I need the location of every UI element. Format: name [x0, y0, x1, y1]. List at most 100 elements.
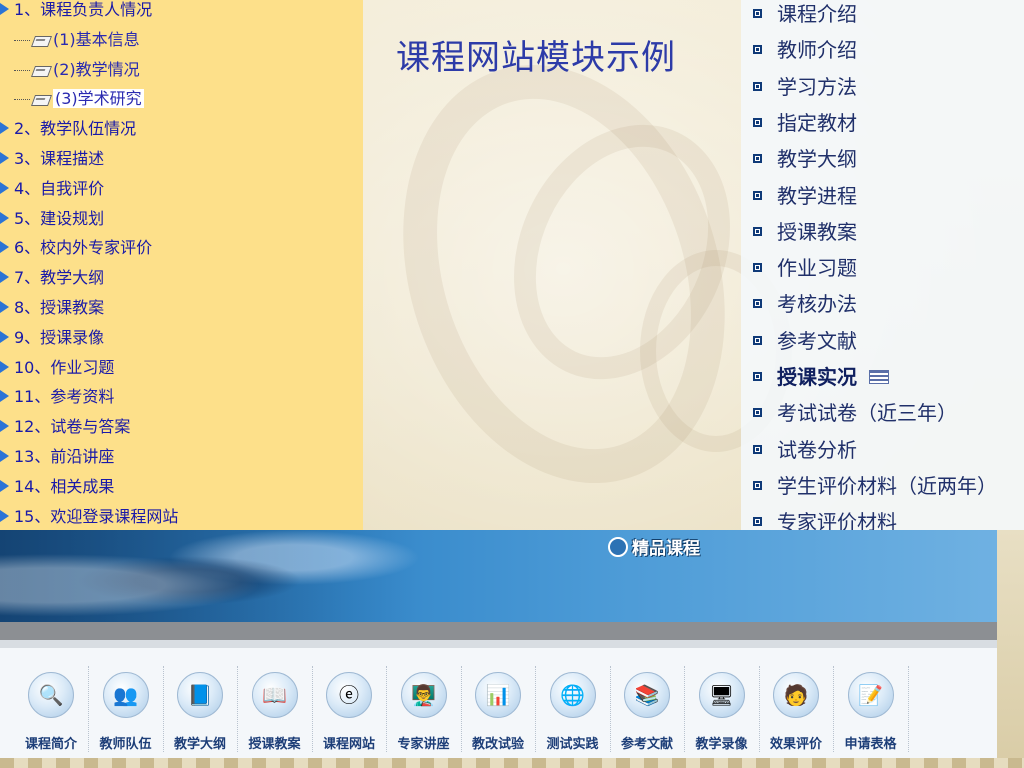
banner-header-image: 精品课程 — [0, 530, 997, 622]
lecturer-icon: 👨‍🏫 — [400, 672, 447, 718]
nav-button-label: 教改试验 — [471, 737, 524, 752]
arrow-right-icon — [0, 420, 9, 433]
nav-button-label: 效果评价 — [769, 737, 822, 752]
tree-item[interactable]: 15、欢迎登录课程网站 — [0, 504, 178, 530]
arrow-right-icon — [0, 360, 9, 373]
menu-item-label: 学生评价材料（近两年） — [777, 473, 997, 498]
tree-item[interactable]: 13、前沿讲座 — [0, 444, 114, 470]
arrow-right-icon — [0, 390, 9, 403]
menu-item[interactable]: 考试试卷（近三年） — [753, 398, 957, 428]
nav-button[interactable]: 📚 参考文献 — [610, 658, 685, 758]
menu-item[interactable]: 专家评价材料 — [753, 507, 897, 530]
tree-item-label: 2、教学队伍情况 — [14, 119, 137, 139]
menu-item[interactable]: 授课实况 — [753, 362, 889, 392]
nav-icon-glyph: 🧑 — [783, 683, 809, 707]
nav-button[interactable]: 👨‍🏫 专家讲座 — [387, 658, 462, 758]
tree-item[interactable]: 8、授课教案 — [0, 295, 104, 321]
nav-icon-glyph: 📖 — [262, 683, 287, 707]
tree-item-label: 15、欢迎登录课程网站 — [14, 506, 179, 526]
menu-item[interactable]: 学习方法 — [753, 72, 857, 102]
menu-item-label: 考核办法 — [777, 292, 857, 317]
square-bullet-icon — [753, 372, 762, 381]
tree-item-label: 1、课程负责人情况 — [14, 0, 153, 19]
menu-item[interactable]: 作业习题 — [753, 253, 857, 283]
tree-item[interactable]: 12、试卷与答案 — [0, 414, 130, 440]
nav-button[interactable]: 👥 教师队伍 — [89, 658, 164, 758]
nav-button[interactable]: 🧑 效果评价 — [759, 658, 834, 758]
menu-item-label: 学习方法 — [777, 74, 857, 99]
menu-item-label: 教师介绍 — [777, 38, 857, 63]
nav-icon-glyph: 👥 — [113, 683, 138, 707]
nav-icon-glyph: 👨‍🏫 — [411, 683, 436, 707]
arrow-right-icon — [0, 301, 9, 313]
open-book-icon: 📖 — [251, 672, 298, 718]
tree-item[interactable]: 5、建设规划 — [0, 206, 104, 232]
menu-item[interactable]: 参考文献 — [753, 326, 857, 356]
menu-item[interactable]: 教学进程 — [753, 181, 857, 211]
nav-icon-glyph: 📊 — [485, 683, 511, 707]
nav-button[interactable]: 📝 申请表格 — [834, 658, 909, 758]
menu-item[interactable]: 学生评价材料（近两年） — [753, 471, 997, 501]
tree-item[interactable]: 3、课程描述 — [0, 146, 104, 172]
tree-item-label: 13、前沿讲座 — [14, 447, 115, 466]
arrow-right-icon — [0, 152, 9, 164]
menu-item[interactable]: 课程介绍 — [753, 0, 857, 29]
tree-item[interactable]: 1、课程负责人情况 — [0, 0, 152, 23]
menu-item[interactable]: 教学大纲 — [753, 144, 857, 174]
menu-item[interactable]: 试卷分析 — [753, 435, 857, 465]
nav-button[interactable]: 🔍 课程简介 — [14, 658, 89, 758]
tree-connector — [14, 69, 30, 71]
ie-browser-icon: ⓔ — [326, 672, 372, 718]
menu-item[interactable]: 授课教案 — [753, 217, 857, 247]
nav-button-label: 课程网站 — [322, 737, 375, 752]
menu-item[interactable]: 考核办法 — [753, 289, 857, 319]
tree-item[interactable]: 11、参考资料 — [0, 384, 114, 410]
menu-item-label: 教学大纲 — [777, 147, 857, 172]
nav-button[interactable]: 📘 教学大纲 — [163, 658, 238, 758]
nav-button[interactable]: 📖 授课教案 — [238, 658, 313, 758]
square-bullet-icon — [753, 408, 762, 418]
tree-item-label: 14、相关成果 — [14, 476, 115, 496]
tree-subitem[interactable]: (3)学术研究 — [14, 86, 144, 112]
menu-item-label: 考试试卷（近三年） — [777, 401, 957, 426]
form-pen-icon: 📝 — [847, 672, 894, 718]
tree-item[interactable]: 2、教学队伍情况 — [0, 116, 136, 142]
nav-button-label: 教学录像 — [695, 737, 748, 752]
square-bullet-icon — [753, 480, 762, 490]
document-icon — [32, 93, 50, 106]
menu-item[interactable]: 教师介绍 — [753, 35, 857, 65]
nav-button[interactable]: 🖥 教学录像 — [685, 658, 760, 758]
nav-button[interactable]: 📊 教改试验 — [461, 658, 536, 758]
arrow-right-icon — [0, 122, 9, 135]
brand-logo[interactable]: 精品课程 — [608, 534, 700, 559]
site-menu-panel: 课程介绍教师介绍学习方法指定教材教学大纲教学进程授课教案作业习题考核办法参考文献… — [741, 0, 1024, 530]
tree-item-label: 11、参考资料 — [14, 387, 115, 407]
tree-item[interactable]: 7、教学大纲 — [0, 265, 104, 291]
nav-button-label: 授课教案 — [248, 737, 301, 752]
menu-item[interactable]: 指定教材 — [753, 108, 857, 138]
tree-item-label: 12、试卷与答案 — [14, 417, 131, 437]
chart-icon: 📊 — [475, 672, 521, 718]
tree-item[interactable]: 10、作业习题 — [0, 355, 114, 381]
tree-item[interactable]: 6、校内外专家评价 — [0, 235, 152, 261]
tree-subitem[interactable]: (2)教学情况 — [14, 57, 140, 83]
tree-subitem[interactable]: (1)基本信息 — [14, 27, 140, 53]
nav-button[interactable]: 🌐 测试实践 — [536, 658, 611, 758]
document-icon — [32, 64, 50, 77]
nav-button[interactable]: ⓔ 课程网站 — [312, 658, 387, 758]
nav-separator — [907, 666, 909, 752]
list-icon[interactable] — [869, 369, 889, 384]
menu-item-label: 专家评价材料 — [777, 510, 897, 530]
square-bullet-icon — [753, 226, 762, 236]
nav-button-label: 教师队伍 — [99, 737, 152, 752]
nav-icon-glyph: 🌐 — [560, 683, 585, 707]
tree-item[interactable]: 14、相关成果 — [0, 474, 114, 500]
tree-item-label: 4、自我评价 — [14, 178, 105, 198]
tree-item[interactable]: 9、授课录像 — [0, 325, 104, 351]
nav-icon-glyph: 📚 — [634, 683, 660, 707]
tree-item-label: 3、课程描述 — [14, 149, 105, 168]
nav-button-label: 专家讲座 — [397, 737, 450, 752]
tree-item[interactable]: 4、自我评价 — [0, 176, 104, 202]
square-bullet-icon — [753, 517, 762, 527]
banner-photo — [0, 530, 420, 622]
